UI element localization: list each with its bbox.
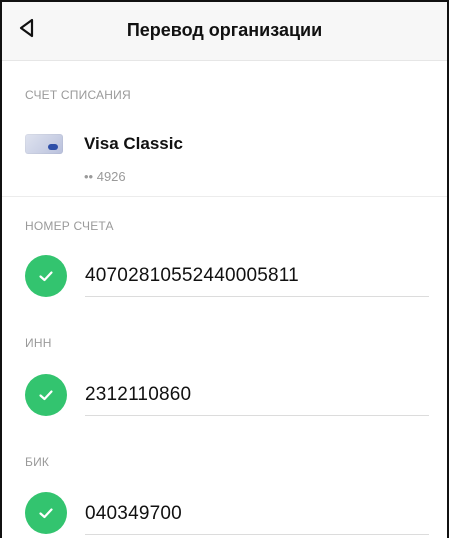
field-underline: [85, 534, 429, 535]
field-underline: [85, 296, 429, 297]
frame-border: [0, 0, 449, 2]
debit-account-label: СЧЕТ СПИСАНИЯ: [25, 88, 131, 102]
check-icon: [25, 255, 67, 297]
card-icon: [25, 134, 63, 154]
bik-label: БИК: [25, 455, 50, 469]
account-number-label: НОМЕР СЧЕТА: [25, 219, 114, 233]
screen: Перевод организации СЧЕТ СПИСАНИЯ Visa C…: [0, 0, 449, 538]
card-number: •• 4926: [84, 169, 126, 184]
navigation-header: Перевод организации: [0, 0, 449, 61]
bik-field[interactable]: 040349700: [85, 503, 182, 525]
field-underline: [85, 415, 429, 416]
page-title: Перевод организации: [126, 20, 323, 40]
frame-border: [0, 0, 2, 538]
check-icon: [25, 374, 67, 416]
check-icon: [25, 492, 67, 534]
card-name: Visa Classic: [84, 134, 183, 153]
inn-field[interactable]: 2312110860: [85, 384, 191, 406]
section-divider: [0, 196, 449, 197]
inn-label: ИНН: [25, 336, 52, 350]
account-number-field[interactable]: 40702810552440005811: [85, 265, 299, 287]
